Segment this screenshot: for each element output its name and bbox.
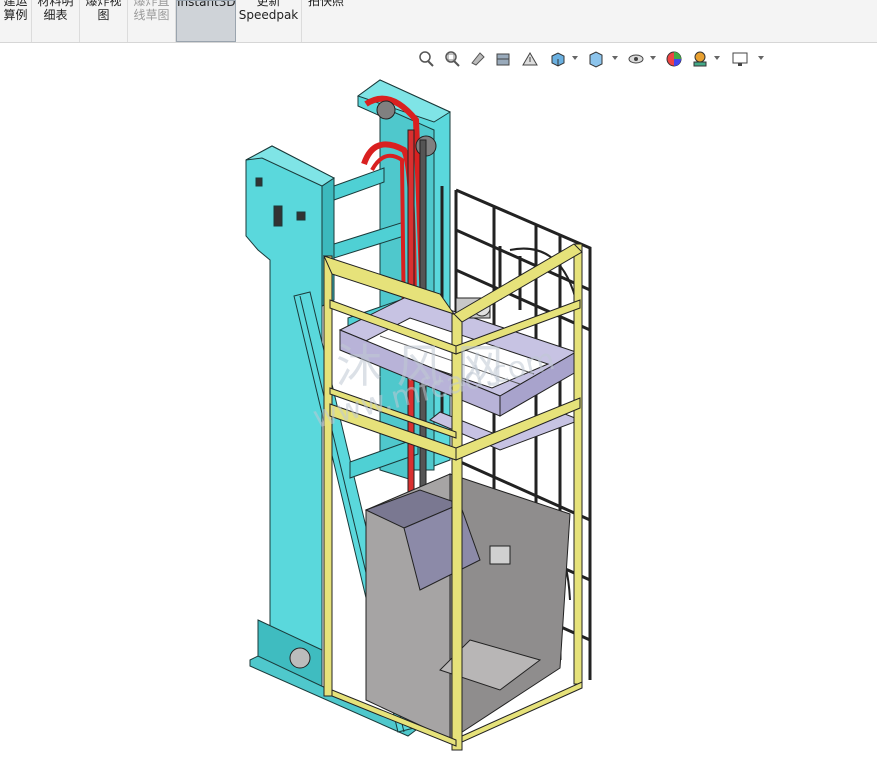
lift-assembly-model: 沐 风 网 www.mfcad.com (245, 79, 592, 751)
button-label-line1: 拍快照 (307, 0, 344, 8)
chevron-down-icon[interactable] (612, 56, 618, 60)
dynamic-annotation-icon[interactable] (520, 49, 540, 69)
instant3d-button[interactable]: Instant3D (176, 0, 236, 42)
button-label-line1: 更新 (256, 0, 281, 8)
view-orientation-icon[interactable] (548, 49, 568, 69)
button-label-line2: 细表 (43, 8, 68, 22)
graphics-viewport[interactable]: 沐 风 网 www.mfcad.com (0, 43, 877, 773)
bill-of-materials-button[interactable]: 材料明 细表 (32, 0, 80, 42)
chevron-down-icon[interactable] (714, 56, 720, 60)
button-label-line1: 爆炸直 (133, 0, 170, 8)
hide-show-items-icon[interactable] (626, 49, 646, 69)
section-view-icon[interactable] (494, 49, 514, 69)
apply-scene-icon[interactable] (690, 49, 710, 69)
zoom-to-area-icon[interactable] (442, 49, 462, 69)
heads-up-view-toolbar (412, 47, 772, 73)
button-label-line1: 材料明 (37, 0, 74, 8)
button-label-line2: 线草图 (133, 8, 170, 22)
create-study-button[interactable]: 建运 算例 (0, 0, 32, 42)
button-label-line2: 图 (97, 8, 110, 22)
button-label-line2: 算例 (3, 8, 28, 22)
zoom-to-fit-icon[interactable] (416, 49, 436, 69)
explode-line-sketch-button[interactable]: 爆炸直 线草图 (128, 0, 176, 42)
previous-view-icon[interactable] (468, 49, 488, 69)
button-label-line1: 建运 (3, 0, 28, 8)
display-style-icon[interactable] (586, 49, 606, 69)
chevron-down-icon[interactable] (650, 56, 656, 60)
chevron-down-icon[interactable] (758, 56, 764, 60)
button-label-line1: 爆炸视 (85, 0, 122, 8)
button-label-line2: Speedpak (238, 8, 299, 22)
view-settings-icon[interactable] (730, 49, 750, 69)
chevron-down-icon[interactable] (572, 56, 578, 60)
hopper (364, 473, 571, 741)
edit-appearance-icon[interactable] (664, 49, 684, 69)
exploded-view-button[interactable]: 爆炸视 图 (80, 0, 128, 42)
take-snapshot-button[interactable]: 拍快照 (302, 0, 350, 42)
command-manager-ribbon: 建运 算例 材料明 细表 爆炸视 图 爆炸直 线草图 Instant3D 更新 … (0, 0, 877, 43)
update-speedpak-button[interactable]: 更新 Speedpak (236, 0, 302, 42)
button-label-line1: Instant3D (177, 0, 236, 9)
